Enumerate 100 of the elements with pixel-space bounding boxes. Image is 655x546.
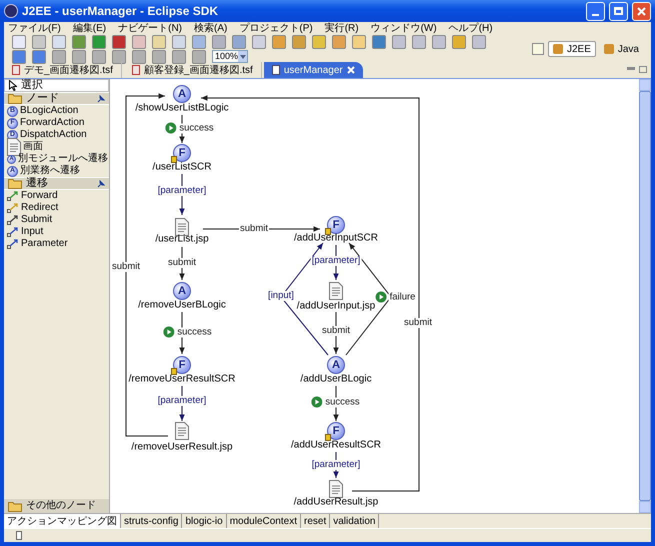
toolbar-icon[interactable] <box>52 34 66 48</box>
maximize-button[interactable] <box>609 2 628 20</box>
page-tab[interactable]: struts-config <box>121 514 182 528</box>
menu-item[interactable]: 検索(A) <box>194 22 228 34</box>
toolbar-icon[interactable] <box>192 34 206 48</box>
folder-icon <box>8 178 22 189</box>
toolbar-icon[interactable] <box>252 34 266 48</box>
toolbar-icon[interactable] <box>472 34 486 48</box>
action-node-icon: A <box>173 85 191 103</box>
page-tab[interactable]: アクションマッピング図 <box>4 514 121 528</box>
toolbar-icon[interactable] <box>272 34 286 48</box>
pin-icon[interactable] <box>97 94 105 102</box>
palette-item[interactable]: 別モジュールへ遷移 <box>18 153 108 165</box>
palette-item[interactable]: Redirect <box>21 202 58 214</box>
select-tool[interactable]: 選択 <box>4 79 109 92</box>
toolbar-icon[interactable] <box>12 50 26 64</box>
toolbar-icon[interactable] <box>172 34 186 48</box>
open-perspective-icon[interactable] <box>532 43 544 55</box>
menu-item[interactable]: ヘルプ(H) <box>448 22 493 34</box>
node-label[interactable]: /showUserListBLogic <box>135 102 229 114</box>
toolbar-icon[interactable] <box>112 34 126 48</box>
pin-icon[interactable] <box>97 180 105 188</box>
file-icon <box>272 65 280 75</box>
editor-tab[interactable]: デモ_画面遷移図.tsf <box>4 62 122 78</box>
toolbar-icon[interactable] <box>12 34 26 48</box>
connector-label: [input] <box>267 291 295 301</box>
perspective-button[interactable]: Java <box>600 41 643 57</box>
node-label[interactable]: /userListSCR <box>152 162 212 172</box>
toolbar-icon[interactable] <box>72 50 86 64</box>
node-label[interactable]: /addUserInput.jsp <box>296 300 376 312</box>
toolbar-icon[interactable] <box>292 34 306 48</box>
action-node-icon: F <box>327 216 345 234</box>
vertical-scrollbar[interactable] <box>639 79 651 513</box>
palette-section-header[interactable]: 遷移 <box>4 177 109 190</box>
connector-label: success <box>324 397 361 407</box>
toolbar-icon[interactable] <box>32 50 46 64</box>
palette-item[interactable]: Input <box>21 226 44 238</box>
menu-item[interactable]: 実行(R) <box>324 22 359 34</box>
palette-section-header[interactable]: その他のノード <box>4 499 109 513</box>
close-icon[interactable] <box>346 66 355 74</box>
editor-tab[interactable]: 顧客登録_画面遷移図.tsf <box>124 62 262 78</box>
menu-item[interactable]: ファイル(F) <box>8 22 61 34</box>
toolbar-icon[interactable] <box>372 34 386 48</box>
editor-tab[interactable]: userManager <box>264 62 363 78</box>
palette-item[interactable]: BLogicAction <box>20 105 78 117</box>
menu-item[interactable]: ウィンドウ(W) <box>370 22 437 34</box>
toolbar-icon[interactable] <box>152 50 166 64</box>
page-tab[interactable]: validation <box>330 514 380 528</box>
node-label[interactable]: /removeUserResultSCR <box>128 374 236 384</box>
toolbar-icon[interactable] <box>112 50 126 64</box>
node-label[interactable]: /addUserResult.jsp <box>294 496 378 508</box>
toolbar-icon[interactable] <box>452 34 466 48</box>
palette-item[interactable]: 画面 <box>23 141 43 153</box>
node-label[interactable]: /addUserInputSCR <box>294 232 378 244</box>
toolbar-icon[interactable] <box>412 34 426 48</box>
toolbar-icon[interactable] <box>332 34 346 48</box>
node-label[interactable]: /userList.jsp <box>155 234 209 244</box>
minimize-button[interactable] <box>586 2 605 20</box>
close-button[interactable] <box>632 2 651 20</box>
zoom-combo[interactable]: 100% <box>212 50 248 63</box>
palette-item[interactable]: Forward <box>21 190 58 202</box>
toolbar-icon[interactable] <box>392 34 406 48</box>
toolbar-icon[interactable] <box>312 34 326 48</box>
toolbar-icon[interactable] <box>92 34 106 48</box>
palette-item[interactable]: 別業務へ遷移 <box>20 165 80 177</box>
palette-item[interactable]: ForwardAction <box>20 117 84 129</box>
perspective-button[interactable]: J2EE <box>548 41 596 57</box>
file-icon <box>12 65 20 75</box>
menu-item[interactable]: 編集(E) <box>72 22 106 34</box>
toolbar-icon[interactable] <box>432 34 446 48</box>
toolbar-icon[interactable] <box>92 50 106 64</box>
maximize-view-icon[interactable] <box>639 66 647 73</box>
toolbar-icon[interactable] <box>132 50 146 64</box>
link-icon <box>7 226 19 238</box>
node-label[interactable]: /removeUserResult.jsp <box>131 442 233 452</box>
toolbar-icon[interactable] <box>232 34 246 48</box>
palette-item[interactable]: Parameter <box>21 238 68 250</box>
fast-view-icon[interactable] <box>16 531 22 540</box>
node-label[interactable]: /addUserBLogic <box>300 374 372 384</box>
toolbar-icon[interactable] <box>32 34 46 48</box>
palette-item[interactable]: DispatchAction <box>20 129 87 141</box>
close-icon <box>637 6 646 16</box>
page-tab[interactable]: moduleContext <box>226 514 301 528</box>
palette-item[interactable]: Submit <box>21 214 52 226</box>
warning-badge-icon <box>171 156 177 163</box>
toolbar-icon[interactable] <box>52 50 66 64</box>
palette-section-header[interactable]: ノード <box>4 92 109 105</box>
toolbar-icon[interactable] <box>192 50 206 64</box>
menu-item[interactable]: ナビゲート(N) <box>118 22 182 34</box>
toolbar-icon[interactable] <box>152 34 166 48</box>
toolbar-icon[interactable] <box>172 50 186 64</box>
node-label[interactable]: /removeUserBLogic <box>138 300 226 310</box>
warning-badge-icon <box>325 228 331 235</box>
toolbar-icon[interactable] <box>132 34 146 48</box>
toolbar-icon[interactable] <box>352 34 366 48</box>
node-label[interactable]: /addUserResultSCR <box>290 440 382 450</box>
toolbar-icon[interactable] <box>72 34 86 48</box>
menu-item[interactable]: プロジェクト(P) <box>239 22 313 34</box>
action-node-icon: F <box>327 422 345 440</box>
toolbar-icon[interactable] <box>212 34 226 48</box>
